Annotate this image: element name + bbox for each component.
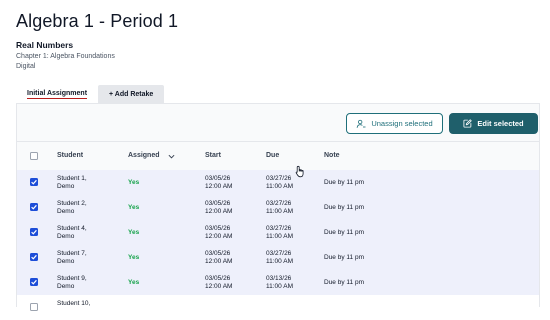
tab-label: + Add Retake (109, 90, 154, 98)
due-datetime: 03/27/26 11:00 AM (266, 175, 293, 190)
assignment-panel: Unassign selected Edit selected Student … (16, 103, 540, 320)
student-name[interactable]: Student 4, Demo (57, 225, 87, 240)
tab-add-retake[interactable]: + Add Retake (98, 85, 165, 103)
assigned-status: Yes (128, 279, 140, 286)
unassign-selected-label: Unassign selected (371, 119, 433, 128)
column-header-due[interactable]: Due (266, 152, 279, 159)
checkmark-icon (31, 179, 37, 185)
student-name[interactable]: Student 9, Demo (57, 275, 87, 290)
note-text: Due by 11 pm (324, 204, 364, 211)
row-checkbox[interactable] (30, 278, 38, 286)
assigned-status: Yes (128, 254, 140, 261)
user-remove-icon (357, 119, 366, 128)
note-text: Due by 11 pm (324, 254, 364, 261)
select-all-checkbox[interactable] (30, 152, 38, 160)
table-row[interactable]: Student 1, Demo Yes 03/05/26 12:00 AM 03/2… (17, 170, 539, 196)
assigned-status: Yes (128, 179, 140, 186)
assigned-status: Yes (128, 229, 140, 236)
note-text: Due by 11 pm (324, 279, 364, 286)
assigned-status: Yes (128, 204, 140, 211)
table-row[interactable]: Student 2, Demo Yes 03/05/26 12:00 AM 03/2… (17, 195, 539, 221)
due-datetime: 03/27/26 11:00 AM (266, 250, 293, 265)
assignment-tabs: Initial Assignment + Add Retake (16, 85, 165, 103)
student-name[interactable]: Student 10, (57, 300, 90, 308)
page-title: Algebra 1 - Period 1 (16, 11, 179, 31)
checkmark-icon (31, 254, 37, 260)
tab-label: Initial Assignment (27, 89, 88, 99)
student-name[interactable]: Student 1, Demo (57, 175, 87, 190)
chevron-down-icon[interactable] (168, 154, 175, 159)
row-checkbox[interactable] (30, 178, 38, 186)
start-datetime: 03/05/26 12:00 AM (205, 275, 233, 290)
row-checkbox[interactable] (30, 203, 38, 211)
edit-selected-button[interactable]: Edit selected (449, 113, 538, 134)
due-datetime: 03/13/26 11:00 AM (266, 275, 293, 290)
column-header-assigned[interactable]: Assigned (128, 152, 160, 159)
table-row[interactable]: Student 7, Demo Yes 03/05/26 12:00 AM 03/2… (17, 245, 539, 271)
unassign-selected-button[interactable]: Unassign selected (346, 113, 443, 134)
start-datetime: 03/05/26 12:00 AM (205, 250, 233, 265)
note-text: Due by 11 pm (324, 179, 364, 186)
lesson-chapter: Chapter 1: Algebra Foundations (16, 53, 115, 60)
row-checkbox[interactable] (30, 253, 38, 261)
lesson-type: Digital (16, 63, 36, 70)
tab-initial-assignment[interactable]: Initial Assignment (16, 85, 99, 103)
checkmark-icon (31, 204, 37, 210)
column-header-note[interactable]: Note (324, 152, 340, 159)
due-datetime: 03/27/26 11:00 AM (266, 225, 293, 240)
start-datetime: 03/05/26 12:00 AM (205, 175, 233, 190)
table-row[interactable]: Student 10, (17, 295, 539, 320)
student-name[interactable]: Student 7, Demo (57, 250, 87, 265)
table-row[interactable]: Student 4, Demo Yes 03/05/26 12:00 AM 03/2… (17, 220, 539, 246)
note-text: Due by 11 pm (324, 229, 364, 236)
lesson-title: Real Numbers (16, 40, 74, 50)
edit-icon (463, 119, 473, 128)
table-header: Student Assigned Start Due Note (17, 141, 539, 171)
row-checkbox[interactable] (30, 228, 38, 236)
column-header-student[interactable]: Student (57, 152, 83, 159)
table-row[interactable]: Student 9, Demo Yes 03/05/26 12:00 AM 03/1… (17, 270, 539, 296)
checkmark-icon (31, 229, 37, 235)
column-header-start[interactable]: Start (205, 152, 221, 159)
start-datetime: 03/05/26 12:00 AM (205, 225, 233, 240)
checkmark-icon (31, 279, 37, 285)
mouse-cursor-icon (295, 165, 304, 178)
due-datetime: 03/27/26 11:00 AM (266, 200, 293, 215)
row-checkbox[interactable] (30, 303, 38, 311)
start-datetime: 03/05/26 12:00 AM (205, 200, 233, 215)
student-name[interactable]: Student 2, Demo (57, 200, 87, 215)
edit-selected-label: Edit selected (477, 119, 524, 128)
